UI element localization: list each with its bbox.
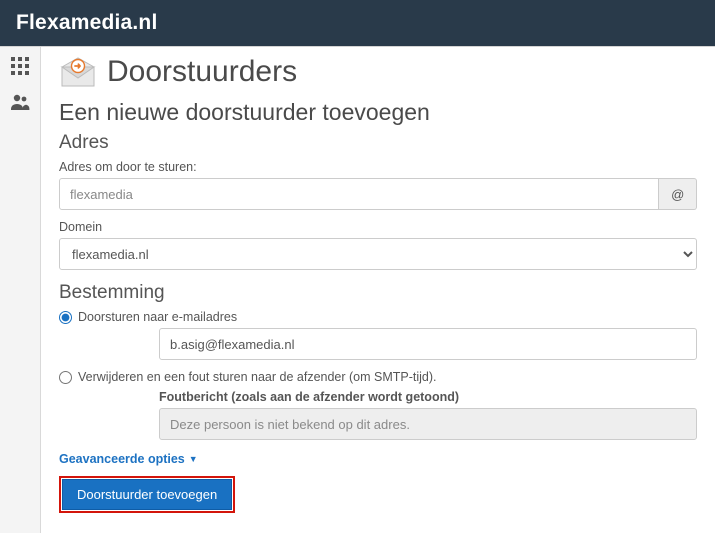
forward-radio-row[interactable]: Doorsturen naar e-mailadres (59, 310, 697, 324)
delete-radio-row[interactable]: Verwijderen en een fout sturen naar de a… (59, 370, 697, 384)
main-content: Doorstuurders Een nieuwe doorstuurder to… (41, 47, 715, 533)
topbar: Flexamedia.nl (0, 0, 715, 46)
users-icon[interactable] (5, 89, 35, 115)
failure-wrap: Foutbericht (zoals aan de afzender wordt… (159, 390, 697, 440)
advanced-options-toggle[interactable]: Geavanceerde opties ▼ (59, 452, 198, 466)
page-title: Doorstuurders (107, 55, 297, 89)
apps-grid-icon[interactable] (5, 53, 35, 79)
caret-down-icon: ▼ (189, 454, 198, 464)
at-button[interactable]: @ (659, 178, 697, 210)
domain-label: Domein (59, 220, 697, 234)
failure-input (159, 408, 697, 440)
sidebar (0, 47, 41, 533)
address-input[interactable] (59, 178, 659, 210)
forwarders-icon (59, 56, 97, 88)
form-heading: Een nieuwe doorstuurder toevoegen (59, 99, 697, 126)
brand-title: Flexamedia.nl (16, 11, 158, 35)
failure-label: Foutbericht (zoals aan de afzender wordt… (159, 390, 697, 404)
forward-email-input[interactable] (159, 328, 697, 360)
page-title-row: Doorstuurders (59, 55, 697, 89)
destination-group-title: Bestemming (59, 282, 697, 304)
add-forwarder-button[interactable]: Doorstuurder toevoegen (62, 479, 232, 510)
forward-radio-label: Doorsturen naar e-mailadres (78, 310, 237, 324)
delete-radio-label: Verwijderen en een fout sturen naar de a… (78, 370, 437, 384)
address-group-title: Adres (59, 132, 697, 154)
address-label: Adres om door te sturen: (59, 160, 697, 174)
domain-select[interactable]: flexamedia.nl (59, 238, 697, 270)
address-input-row: @ (59, 178, 697, 210)
submit-highlight: Doorstuurder toevoegen (59, 476, 235, 513)
advanced-options-label: Geavanceerde opties (59, 452, 185, 466)
forward-email-wrap (159, 328, 697, 360)
delete-radio[interactable] (59, 371, 72, 384)
forward-radio[interactable] (59, 311, 72, 324)
body: Doorstuurders Een nieuwe doorstuurder to… (0, 46, 715, 533)
